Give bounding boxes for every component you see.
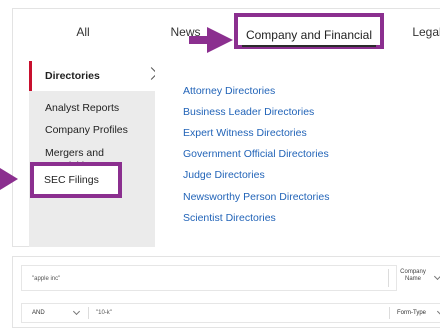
sidebar-item-label: SEC Filings xyxy=(44,174,99,186)
search-term-input[interactable]: "apple inc" xyxy=(21,265,397,291)
sidebar-item-label: Directories xyxy=(45,70,100,82)
link-judge-directories[interactable]: Judge Directories xyxy=(183,169,265,181)
field-select-form-type[interactable]: Form-Type xyxy=(397,304,426,322)
chevron-down-icon xyxy=(433,272,440,281)
callout-arrow-right-icon xyxy=(207,27,233,53)
field-divider xyxy=(388,269,389,287)
category-sidebar: Directories Analyst Reports Company Prof… xyxy=(29,61,158,247)
sidebar-item-sec-filings[interactable]: SEC Filings xyxy=(30,162,122,198)
link-business-leader-directories[interactable]: Business Leader Directories xyxy=(183,106,314,118)
link-expert-witness-directories[interactable]: Expert Witness Directories xyxy=(183,127,307,139)
search-row-2: AND "10-k" Form-Type xyxy=(21,303,440,323)
chevron-down-icon xyxy=(72,307,81,316)
callout-arrow-icon xyxy=(0,168,18,190)
tab-company-and-financial[interactable]: Company and Financial xyxy=(234,13,384,49)
operator-select[interactable]: AND xyxy=(32,304,45,322)
field-select-company-name[interactable]: Company Name xyxy=(395,269,431,283)
callout-arrow-stem xyxy=(189,36,209,44)
link-government-official-directories[interactable]: Government Official Directories xyxy=(183,148,329,160)
search-form: "apple inc" Company Name AND "10-k" Form… xyxy=(12,256,440,328)
directories-panel: Attorney Directories Business Leader Dir… xyxy=(155,61,440,247)
tab-legal[interactable]: Legal xyxy=(402,9,440,55)
field-divider xyxy=(88,307,89,319)
content-type-card: All News Company and Financial Legal Dir… xyxy=(12,8,440,247)
sidebar-item-directories[interactable]: Directories xyxy=(29,61,158,91)
link-scientist-directories[interactable]: Scientist Directories xyxy=(183,212,276,224)
sidebar-item-analyst-reports[interactable]: Analyst Reports xyxy=(29,102,155,115)
link-attorney-directories[interactable]: Attorney Directories xyxy=(183,85,275,97)
sidebar-item-company-profiles[interactable]: Company Profiles xyxy=(29,124,155,137)
search-term-2-input[interactable]: "10-k" xyxy=(96,304,112,322)
tab-all[interactable]: All xyxy=(53,9,113,55)
field-divider xyxy=(389,307,390,319)
link-newsworthy-person-directories[interactable]: Newsworthy Person Directories xyxy=(183,191,329,203)
tab-news[interactable]: News xyxy=(158,9,213,55)
active-tab-underline xyxy=(242,45,376,47)
